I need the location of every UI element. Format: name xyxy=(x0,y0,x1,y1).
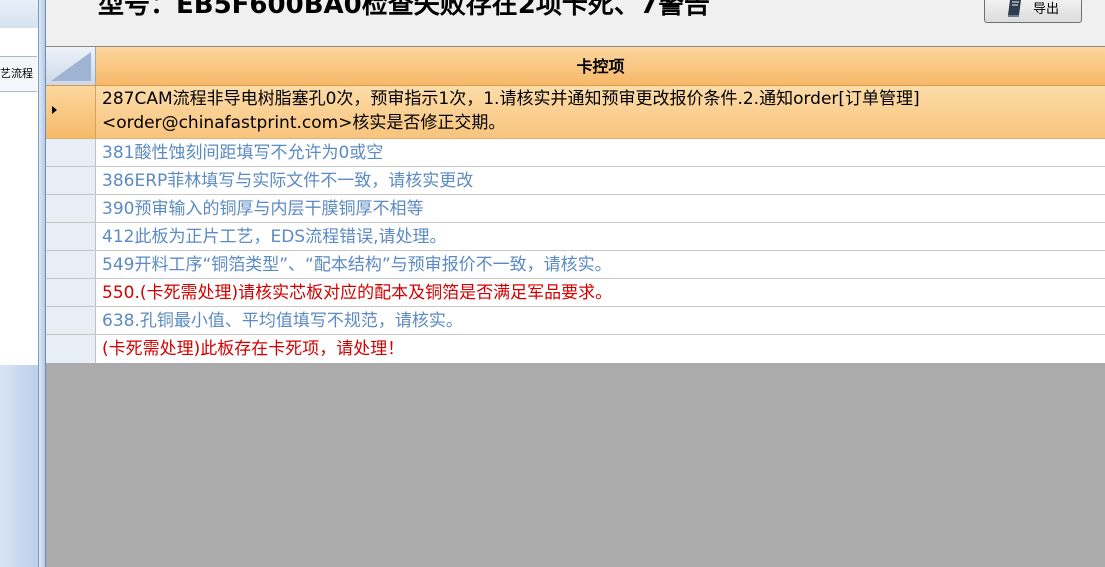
corner-triangle-icon xyxy=(51,52,91,81)
table-row[interactable]: 549开料工序“铜箔类型”、“配本结构”与预审报价不一致，请核实。 xyxy=(46,251,1105,279)
row-cell[interactable]: 638.孔铜最小值、平均值填写不规范，请核实。 xyxy=(102,307,1099,334)
row-header[interactable] xyxy=(46,307,96,334)
row-cell[interactable]: 381酸性蚀刻间距填写不允许为0或空 xyxy=(102,139,1099,166)
row-header[interactable] xyxy=(46,86,96,138)
row-header[interactable] xyxy=(46,139,96,166)
row-cell[interactable]: (卡死需处理)此板存在卡死项，请处理！ xyxy=(102,335,1099,363)
row-header[interactable] xyxy=(46,279,96,306)
check-results-grid: 卡控项 287CAM流程非导电树脂塞孔0次，预审指示1次，1.请核实并通知预审更… xyxy=(46,46,1105,363)
row-header[interactable] xyxy=(46,251,96,278)
splitter[interactable] xyxy=(39,0,46,567)
book-icon xyxy=(1007,0,1021,17)
row-header[interactable] xyxy=(46,335,96,363)
left-panel-toolbar xyxy=(0,0,38,28)
current-row-pointer-icon xyxy=(52,106,57,114)
select-all-corner[interactable] xyxy=(46,47,96,85)
row-header[interactable] xyxy=(46,167,96,194)
row-cell[interactable]: 412此板为正片工艺，EDS流程错误,请处理。 xyxy=(102,223,1099,250)
row-cell[interactable]: 386ERP菲林填写与实际文件不一致，请核实更改 xyxy=(102,167,1099,194)
row-cell[interactable]: 550.(卡死需处理)请核实芯板对应的配本及铜箔是否满足军品要求。 xyxy=(102,279,1099,306)
column-header-control-item[interactable]: 卡控项 xyxy=(96,47,1105,85)
header-area: 型号：EB5F600BA0检查失败存在2项卡死、7警告 导出 xyxy=(46,0,1105,46)
left-panel: 艺流程 xyxy=(0,0,39,567)
table-row[interactable]: (卡死需处理)此板存在卡死项，请处理！ xyxy=(46,335,1105,363)
export-label: 导出 xyxy=(1032,2,1059,17)
table-row[interactable]: 550.(卡死需处理)请核实芯板对应的配本及铜箔是否满足军品要求。 xyxy=(46,279,1105,307)
table-row[interactable]: 287CAM流程非导电树脂塞孔0次，预审指示1次，1.请核实并通知预审更改报价条… xyxy=(46,86,1105,139)
table-row[interactable]: 386ERP菲林填写与实际文件不一致，请核实更改 xyxy=(46,167,1105,195)
row-cell[interactable]: 390预审输入的铜厚与内层干膜铜厚不相等 xyxy=(102,195,1099,222)
table-row[interactable]: 412此板为正片工艺，EDS流程错误,请处理。 xyxy=(46,223,1105,251)
table-row[interactable]: 638.孔铜最小值、平均值填写不规范，请核实。 xyxy=(46,307,1105,335)
row-cell[interactable]: 287CAM流程非导电树脂塞孔0次，预审指示1次，1.请核实并通知预审更改报价条… xyxy=(102,87,1099,139)
table-row[interactable]: 390预审输入的铜厚与内层干膜铜厚不相等 xyxy=(46,195,1105,223)
page-title: 型号：EB5F600BA0检查失败存在2项卡死、7警告 xyxy=(98,0,710,20)
grid-header-row: 卡控项 xyxy=(46,47,1105,86)
row-header[interactable] xyxy=(46,223,96,250)
row-cell[interactable]: 549开料工序“铜箔类型”、“配本结构”与预审报价不一致，请核实。 xyxy=(102,251,1099,278)
table-row[interactable]: 381酸性蚀刻间距填写不允许为0或空 xyxy=(46,139,1105,167)
process-tab[interactable]: 艺流程 xyxy=(0,56,37,92)
row-header[interactable] xyxy=(46,195,96,222)
export-button[interactable]: 导出 xyxy=(984,0,1082,23)
left-panel-lower xyxy=(0,365,38,567)
